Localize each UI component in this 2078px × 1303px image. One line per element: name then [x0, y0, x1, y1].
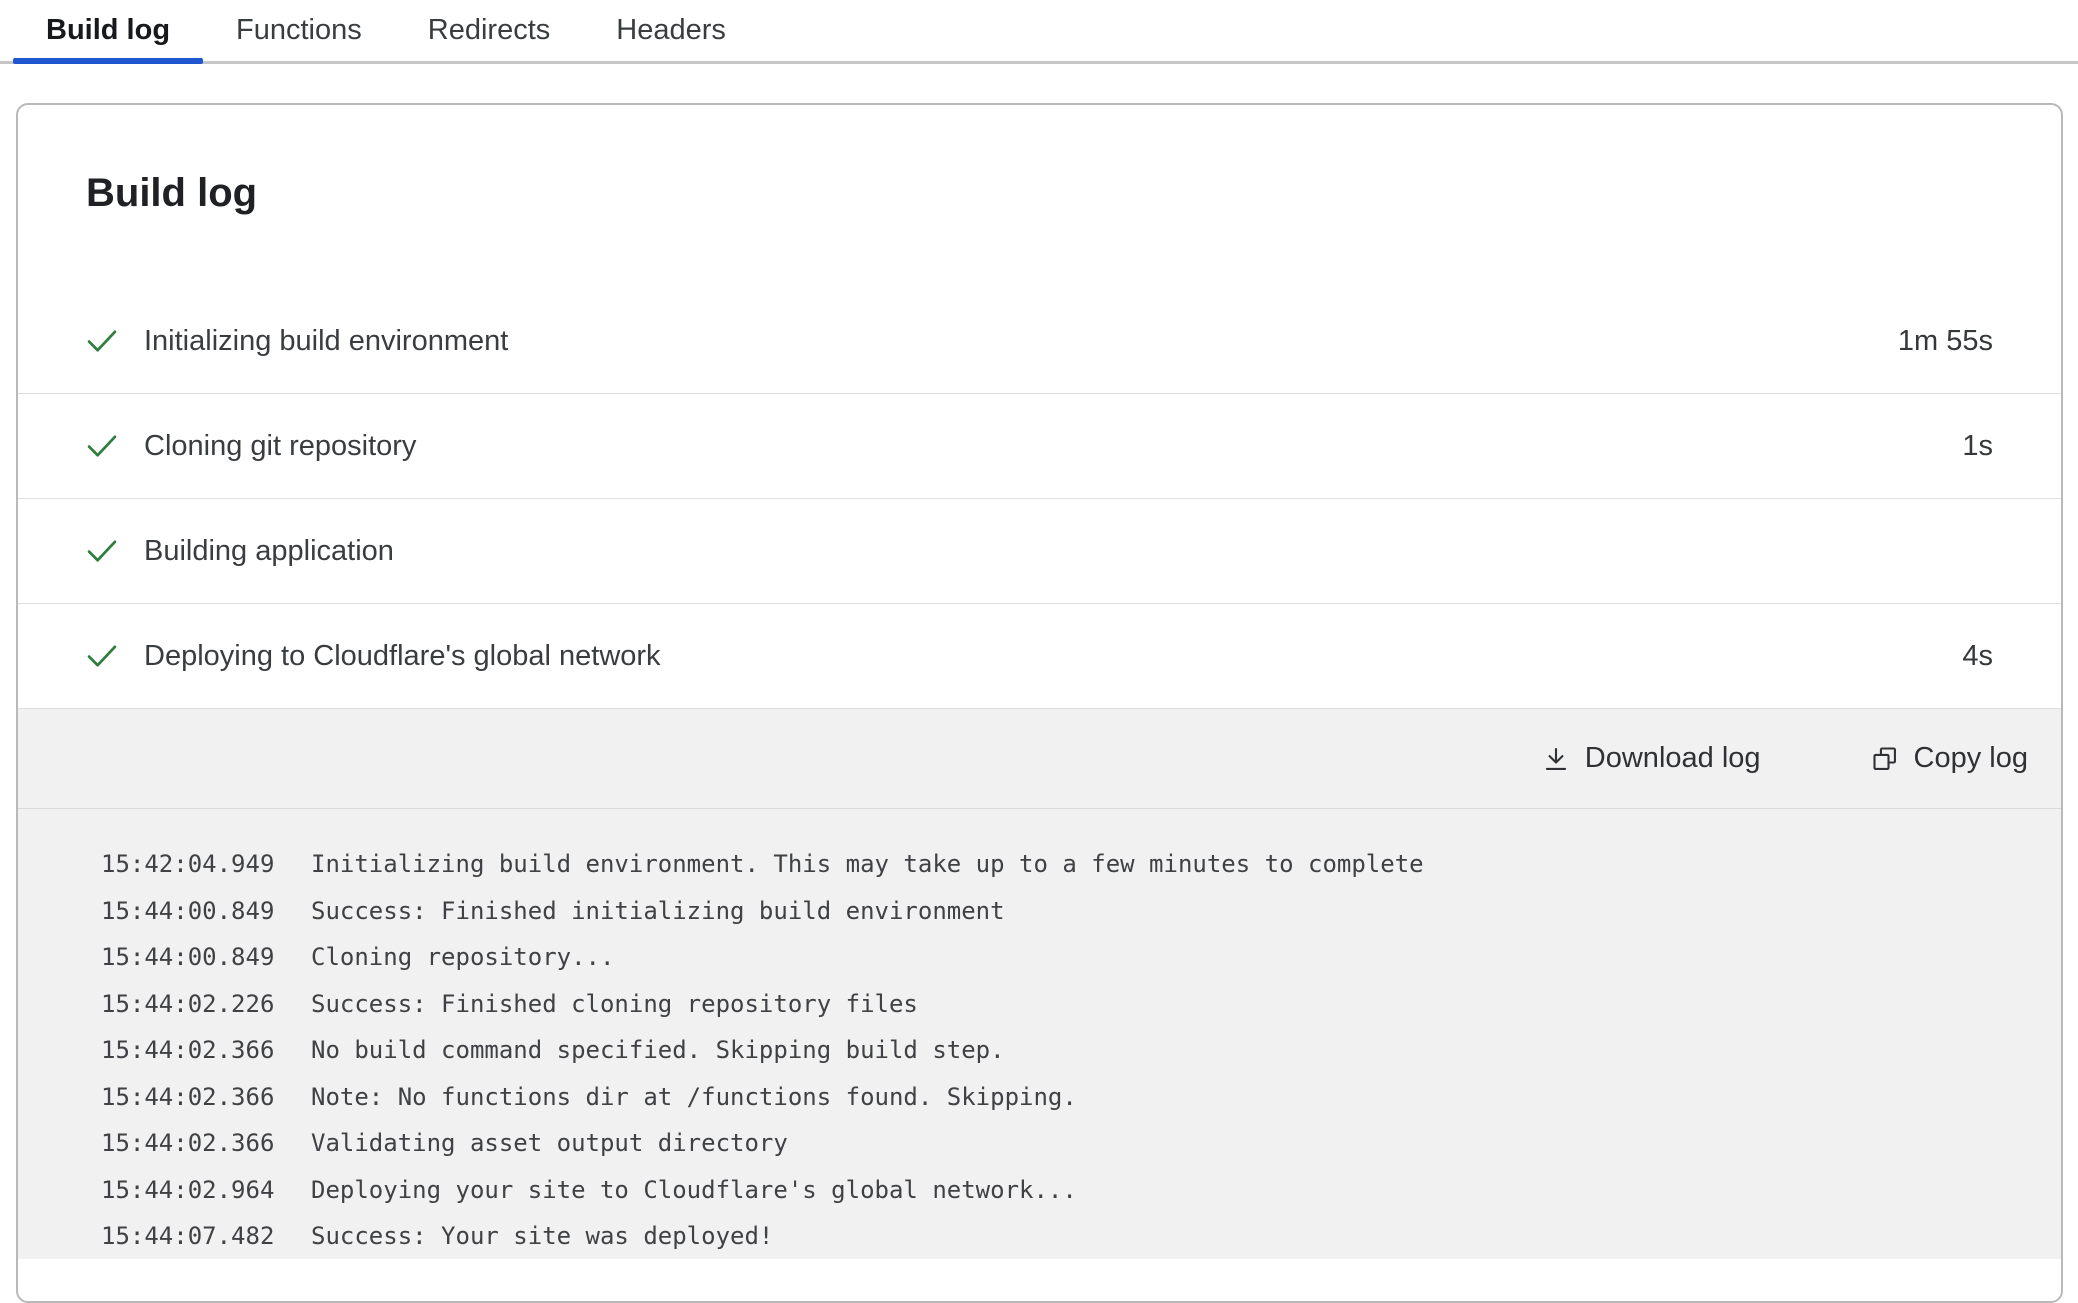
log-timestamp: 15:44:07.482	[101, 1213, 275, 1259]
tab-label: Functions	[236, 14, 362, 47]
log-message: No build command specified. Skipping bui…	[311, 1027, 1005, 1074]
log-message: Success: Finished initializing build env…	[311, 888, 1005, 935]
step-duration: 1s	[1962, 430, 1993, 463]
tab-bar: Build log Functions Redirects Headers	[0, 0, 2078, 64]
step-label: Cloning git repository	[144, 430, 1962, 463]
log-line: 15:42:04.949 Initializing build environme…	[101, 841, 2021, 888]
step-label: Deploying to Cloudflare's global network	[144, 640, 1962, 673]
log-timestamp: 15:44:02.366	[101, 1074, 275, 1121]
log-line: 15:44:02.226 Success: Finished cloning re…	[101, 981, 2021, 1028]
tab-redirects[interactable]: Redirects	[395, 0, 584, 61]
build-step-row[interactable]: Building application	[18, 499, 2061, 604]
log-message: Success: Your site was deployed!	[311, 1213, 773, 1259]
log-timestamp: 15:44:02.964	[101, 1167, 275, 1214]
step-label: Building application	[144, 535, 1993, 568]
download-log-label: Download log	[1585, 742, 1761, 775]
log-line: 15:44:02.366 Validating asset output dire…	[101, 1120, 2021, 1167]
build-step-row[interactable]: Deploying to Cloudflare's global network…	[18, 604, 2061, 709]
page-title: Build log	[18, 105, 2061, 289]
step-duration: 1m 55s	[1898, 325, 1993, 358]
tab-functions[interactable]: Functions	[203, 0, 395, 61]
log-message: Cloning repository...	[311, 934, 614, 981]
log-timestamp: 15:44:00.849	[101, 934, 275, 981]
check-icon	[86, 328, 118, 354]
log-timestamp: 15:44:02.366	[101, 1027, 275, 1074]
log-timestamp: 15:44:02.366	[101, 1120, 275, 1167]
step-duration: 4s	[1962, 640, 1993, 673]
log-timestamp: 15:44:00.849	[101, 888, 275, 935]
log-line: 15:44:02.964 Deploying your site to Cloud…	[101, 1167, 2021, 1214]
log-timestamp: 15:42:04.949	[101, 841, 275, 888]
log-line: 15:44:02.366 No build command specified. …	[101, 1027, 2021, 1074]
check-icon	[86, 433, 118, 459]
tab-headers[interactable]: Headers	[583, 0, 759, 61]
check-icon	[86, 643, 118, 669]
log-line: 15:44:00.849 Success: Finished initializi…	[101, 888, 2021, 935]
log-message: Deploying your site to Cloudflare's glob…	[311, 1167, 1077, 1214]
tab-label: Headers	[616, 14, 726, 47]
download-log-button[interactable]: Download log	[1542, 742, 1761, 775]
log-toolbar: Download log Copy log	[18, 709, 2061, 809]
tab-label: Redirects	[428, 14, 551, 47]
tab-build-log[interactable]: Build log	[13, 0, 203, 61]
step-label: Initializing build environment	[144, 325, 1898, 358]
log-message: Initializing build environment. This may…	[311, 841, 1424, 888]
copy-log-label: Copy log	[1914, 742, 2028, 775]
download-icon	[1542, 745, 1570, 773]
copy-icon	[1871, 745, 1899, 773]
copy-log-button[interactable]: Copy log	[1871, 742, 2028, 775]
page: Build log Functions Redirects Headers Build…	[0, 0, 2078, 1303]
build-log-output[interactable]: 15:42:04.949 Initializing build environme…	[18, 809, 2061, 1259]
log-timestamp: 15:44:02.226	[101, 981, 275, 1028]
check-icon	[86, 538, 118, 564]
log-line: 15:44:07.482 Success: Your site was deplo…	[101, 1213, 2021, 1259]
tab-label: Build log	[46, 14, 170, 47]
log-line: 15:44:02.366 Note: No functions dir at /f…	[101, 1074, 2021, 1121]
log-message: Validating asset output directory	[311, 1120, 788, 1167]
build-step-row[interactable]: Cloning git repository1s	[18, 394, 2061, 499]
build-log-card: Build log Initializing build environment…	[16, 103, 2063, 1303]
steps-list: Initializing build environment1m 55sClon…	[18, 289, 2061, 709]
build-step-row[interactable]: Initializing build environment1m 55s	[18, 289, 2061, 394]
log-line: 15:44:00.849 Cloning repository...	[101, 934, 2021, 981]
log-message: Note: No functions dir at /functions fou…	[311, 1074, 1077, 1121]
log-message: Success: Finished cloning repository fil…	[311, 981, 918, 1028]
